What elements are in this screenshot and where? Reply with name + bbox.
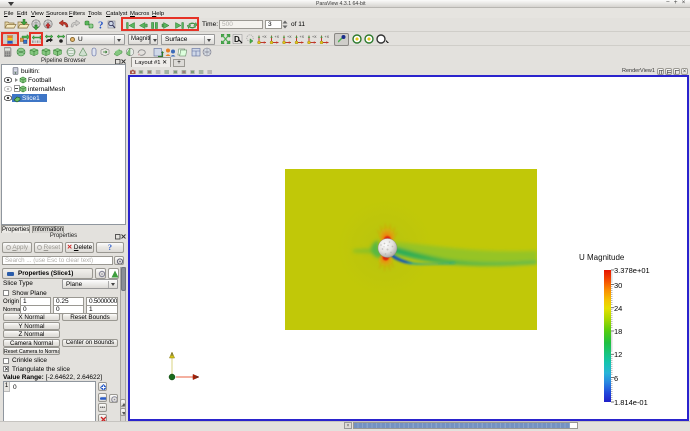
svg-text:?: ? <box>98 20 104 32</box>
svg-text:+X: +X <box>262 35 267 39</box>
svg-text:D: D <box>234 35 240 44</box>
